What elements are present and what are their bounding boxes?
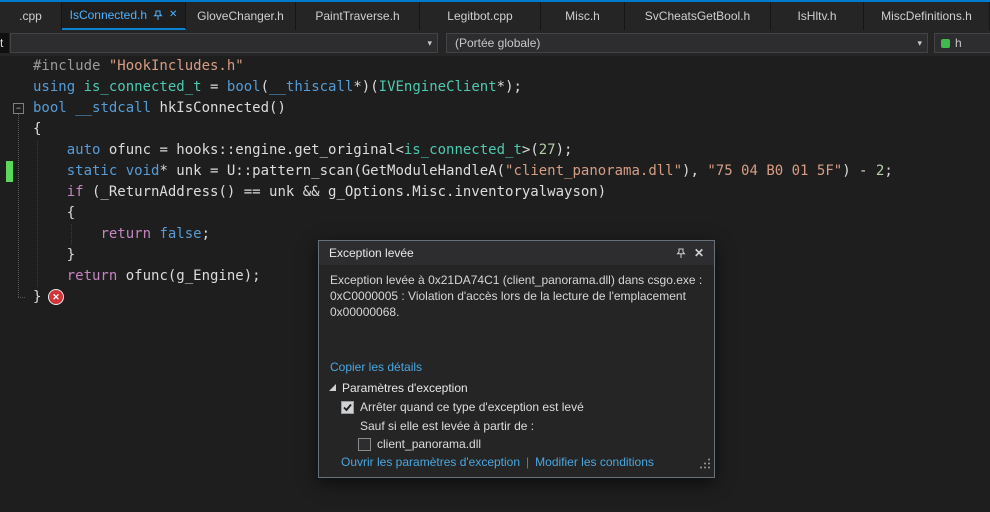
member-dropdown[interactable]: h (934, 33, 990, 53)
module-exception-row: client_panorama.dll (358, 437, 481, 451)
tab-svcheatsgetbool-h[interactable]: SvCheatsGetBool.h (625, 2, 771, 30)
tab-label: IsHltv.h (797, 9, 837, 23)
chevron-down-icon: ▾ (917, 37, 922, 48)
check-icon (343, 403, 352, 411)
exception-settings-expander[interactable]: Paramètres d'exception (329, 381, 468, 395)
navigation-bar: t ▾ (Portée globale) ▾ h (0, 30, 990, 57)
exception-dialog: Exception levée ✕ Exception levée à 0x21… (318, 240, 715, 478)
exception-message: Exception levée à 0x21DA74C1 (client_pan… (330, 272, 710, 320)
dialog-bottom-links: Ouvrir les paramètres d'exception | Modifi… (341, 455, 654, 469)
exception-message-line: 0x00000068. (330, 305, 400, 319)
code-line: using is_connected_t = bool(__thiscall*)… (33, 79, 522, 95)
modify-conditions-link[interactable]: Modifier les conditions (535, 455, 654, 469)
tab-miscdefinitions-h[interactable]: MiscDefinitions.h (864, 2, 990, 30)
tab-cpp[interactable]: .cpp (0, 2, 62, 30)
break-on-exception-row: Arrêter quand ce type d'exception est le… (341, 400, 584, 414)
code-line: static void* unk = U::pattern_scan(GetMo… (66, 163, 893, 179)
except-from-label: Sauf si elle est levée à partir de : (360, 419, 535, 433)
method-icon (941, 38, 950, 48)
break-on-exception-checkbox[interactable] (341, 400, 354, 414)
copy-details-link[interactable]: Copier les détails (330, 360, 422, 374)
resize-grip[interactable] (700, 456, 711, 474)
tab-legitbot-cpp[interactable]: Legitbot.cpp (420, 2, 541, 30)
scope-dropdown[interactable]: (Portée globale) ▾ (446, 33, 928, 53)
exception-message-line: Exception levée à 0x21DA74C1 (client_pan… (330, 273, 703, 287)
break-on-exception-label: Arrêter quand ce type d'exception est le… (360, 400, 584, 414)
close-icon[interactable]: ✕ (169, 10, 177, 20)
exception-message-line: 0xC0000005 : Violation d'accès lors de l… (330, 289, 686, 303)
exception-dialog-titlebar[interactable]: Exception levée ✕ (319, 241, 714, 265)
expander-triangle-icon (329, 384, 336, 391)
module-exception-label: client_panorama.dll (377, 437, 482, 451)
open-exception-settings-link[interactable]: Ouvrir les paramètres d'exception (341, 455, 520, 469)
module-exception-checkbox[interactable] (358, 437, 371, 451)
vs-window: { "window": { "accent_color": "#007acc" … (0, 0, 990, 512)
expander-label: Paramètres d'exception (342, 381, 468, 395)
close-icon[interactable]: ✕ (690, 244, 708, 262)
tab-isconnected-h[interactable]: IsConnected.h ✕ (62, 2, 186, 30)
pin-icon[interactable] (153, 10, 163, 21)
modified-line-indicator (6, 161, 13, 182)
member-dropdown-value: h (955, 36, 962, 50)
code-line: { (33, 205, 76, 221)
tab-label: SvCheatsGetBool.h (644, 9, 751, 23)
code-line: #include "HookIncludes.h" (33, 58, 244, 74)
code-line: { (33, 121, 42, 137)
tab-label: Legitbot.cpp (447, 9, 513, 23)
link-separator: | (526, 455, 530, 469)
tab-ishltv-h[interactable]: IsHltv.h (771, 2, 864, 30)
nav-left-fragment: t (0, 33, 9, 53)
project-dropdown[interactable]: ▾ (10, 33, 438, 53)
scope-dropdown-value: (Portée globale) (455, 36, 541, 50)
tab-label: MiscDefinitions.h (881, 9, 972, 23)
code-line: auto ofunc = hooks::engine.get_original<… (66, 142, 573, 158)
tab-glovechanger-h[interactable]: GloveChanger.h (186, 2, 296, 30)
tab-label: GloveChanger.h (197, 9, 284, 23)
outline-guide-end (18, 297, 25, 298)
exception-dialog-title: Exception levée (329, 246, 414, 260)
outline-guide-line (18, 114, 19, 297)
code-fold-toggle[interactable]: − (13, 103, 24, 114)
pin-icon[interactable] (672, 244, 690, 262)
code-line: bool __stdcall hkIsConnected() (33, 100, 286, 116)
resize-grip-dots-icon (700, 458, 710, 469)
tab-misc-h[interactable]: Misc.h (541, 2, 625, 30)
code-line: if (_ReturnAddress() == unk && g_Options… (66, 184, 607, 200)
tab-painttraverse-h[interactable]: PaintTraverse.h (296, 2, 420, 30)
chevron-down-icon: ▾ (427, 37, 432, 48)
tab-label: .cpp (19, 9, 42, 23)
tab-label: Misc.h (565, 9, 600, 23)
document-tabbar: .cpp IsConnected.h ✕ GloveChanger.h PaintTra… (0, 2, 990, 30)
tab-label: PaintTraverse.h (315, 9, 400, 23)
tab-label: IsConnected.h (69, 8, 147, 22)
exception-error-icon: ✕ (48, 289, 64, 305)
